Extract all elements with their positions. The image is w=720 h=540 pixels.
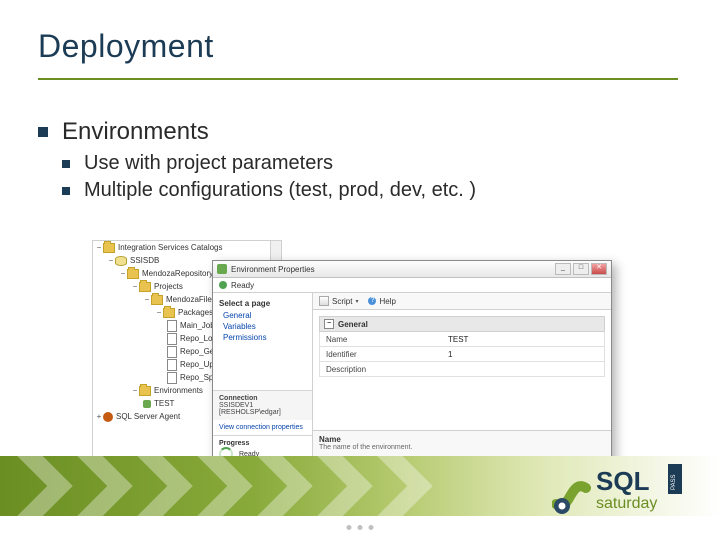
group-header[interactable]: − General [319, 316, 605, 332]
tree-toggle-icon[interactable]: − [95, 244, 103, 252]
tree-toggle-icon[interactable]: − [107, 257, 115, 265]
bullet-list: Environments Use with project parameters… [38, 118, 476, 212]
bullet-sublist: Use with project parameters Multiple con… [62, 152, 476, 202]
folder-icon [151, 295, 163, 305]
logo-top: SQL [596, 466, 650, 496]
bullet-l2-1: Use with project parameters [62, 152, 476, 175]
folder-icon [139, 386, 151, 396]
title-underline [38, 78, 678, 80]
folder-icon [103, 243, 115, 253]
bullet-l1: Environments Use with project parameters… [38, 118, 476, 202]
logo-bottom: saturday [596, 495, 657, 512]
folder-icon [127, 269, 139, 279]
tree-projects: Projects [154, 282, 183, 291]
desc-text: The name of the environment. [319, 444, 605, 451]
prop-row-desc[interactable]: Description [319, 362, 605, 377]
tree-envs: Environments [154, 386, 203, 395]
tree-toggle-icon[interactable]: − [155, 309, 163, 317]
help-label: Help [379, 297, 395, 306]
ready-bar: Ready [213, 278, 611, 293]
footer-dots [347, 525, 374, 530]
tree-root: Integration Services Catalogs [118, 243, 223, 252]
maximize-button[interactable]: □ [573, 263, 589, 275]
prop-row-id[interactable]: Identifier 1 [319, 347, 605, 362]
desc-title: Name [319, 435, 605, 444]
sqlagent-icon [103, 412, 113, 422]
dot-icon [369, 525, 374, 530]
tree-toggle-icon[interactable]: − [131, 387, 139, 395]
folder-icon [163, 308, 175, 318]
collapse-icon[interactable]: − [324, 319, 334, 329]
dialog-body: Select a page General Variables Permissi… [213, 293, 611, 469]
catalog-icon [115, 256, 127, 266]
bullet-l2-2: Multiple configurations (test, prod, dev… [62, 179, 476, 202]
environment-icon [143, 400, 151, 408]
package-icon [167, 320, 177, 332]
tree-env1: TEST [154, 399, 174, 408]
prop-name-value: TEST [442, 335, 604, 344]
slide: Deployment Environments Use with project… [0, 0, 720, 540]
dialog-title: Environment Properties [231, 265, 553, 274]
prop-row-name[interactable]: Name TEST [319, 332, 605, 347]
ready-text: Ready [231, 281, 254, 290]
logo-side: PASS [671, 474, 677, 490]
dot-icon [358, 525, 363, 530]
tree-ssisdb: SSISDB [130, 256, 159, 265]
package-icon [167, 359, 177, 371]
prop-id-label: Identifier [320, 350, 442, 359]
sqlsaturday-logo: SQL saturday PASS [552, 458, 692, 522]
help-button[interactable]: ? Help [368, 297, 395, 306]
page-general[interactable]: General [213, 310, 312, 321]
connection-server: SSISDEV1 [219, 402, 306, 409]
bullet-l1-text: Environments [62, 118, 209, 145]
tree-agent: SQL Server Agent [116, 412, 180, 421]
page-permissions[interactable]: Permissions [213, 332, 312, 343]
script-label: Script [332, 297, 352, 306]
prop-name-label: Name [320, 335, 442, 344]
package-icon [167, 346, 177, 358]
tree-toggle-icon[interactable]: − [119, 270, 127, 278]
dialog-titlebar[interactable]: Environment Properties _ □ ✕ [213, 261, 611, 278]
tree-toggle-icon[interactable]: − [143, 296, 151, 304]
tree-toggle-icon[interactable]: + [95, 413, 103, 421]
close-button[interactable]: ✕ [591, 263, 607, 275]
script-button[interactable]: Script ▾ [319, 296, 358, 306]
script-icon [319, 296, 329, 306]
package-icon [167, 372, 177, 384]
dialog-left-pane: Select a page General Variables Permissi… [213, 293, 313, 469]
chevron-down-icon: ▾ [355, 298, 358, 305]
connection-box: Connection SSISDEV1 [RESHOLSP\edgar] [213, 390, 312, 420]
dialog-right-pane: Script ▾ ? Help − General [313, 293, 611, 469]
tree-packages: Packages [178, 308, 213, 317]
connection-user: [RESHOLSP\edgar] [219, 409, 306, 416]
minimize-button[interactable]: _ [555, 263, 571, 275]
package-icon [167, 333, 177, 345]
dot-icon [347, 525, 352, 530]
page-variables[interactable]: Variables [213, 321, 312, 332]
select-page-label: Select a page [213, 297, 312, 310]
group-label: General [338, 320, 368, 329]
view-connection-link[interactable]: View connection properties [213, 420, 312, 435]
status-dot-icon [219, 281, 227, 289]
help-icon: ? [368, 297, 376, 305]
dialog-toolbar: Script ▾ ? Help [313, 293, 611, 310]
environment-icon [217, 264, 227, 274]
connection-label: Connection [219, 395, 306, 402]
progress-label: Progress [219, 440, 306, 447]
tree-repo: MendozaRepository [142, 269, 213, 278]
page-title: Deployment [38, 28, 214, 65]
folder-icon [139, 282, 151, 292]
property-grid: − General Name TEST Identifier 1 Descr [313, 310, 611, 430]
prop-desc-label: Description [320, 365, 442, 374]
embedded-screenshot: − Integration Services Catalogs − SSISDB… [92, 240, 552, 490]
tree-toggle-icon[interactable]: − [131, 283, 139, 291]
prop-id-value: 1 [442, 350, 604, 359]
